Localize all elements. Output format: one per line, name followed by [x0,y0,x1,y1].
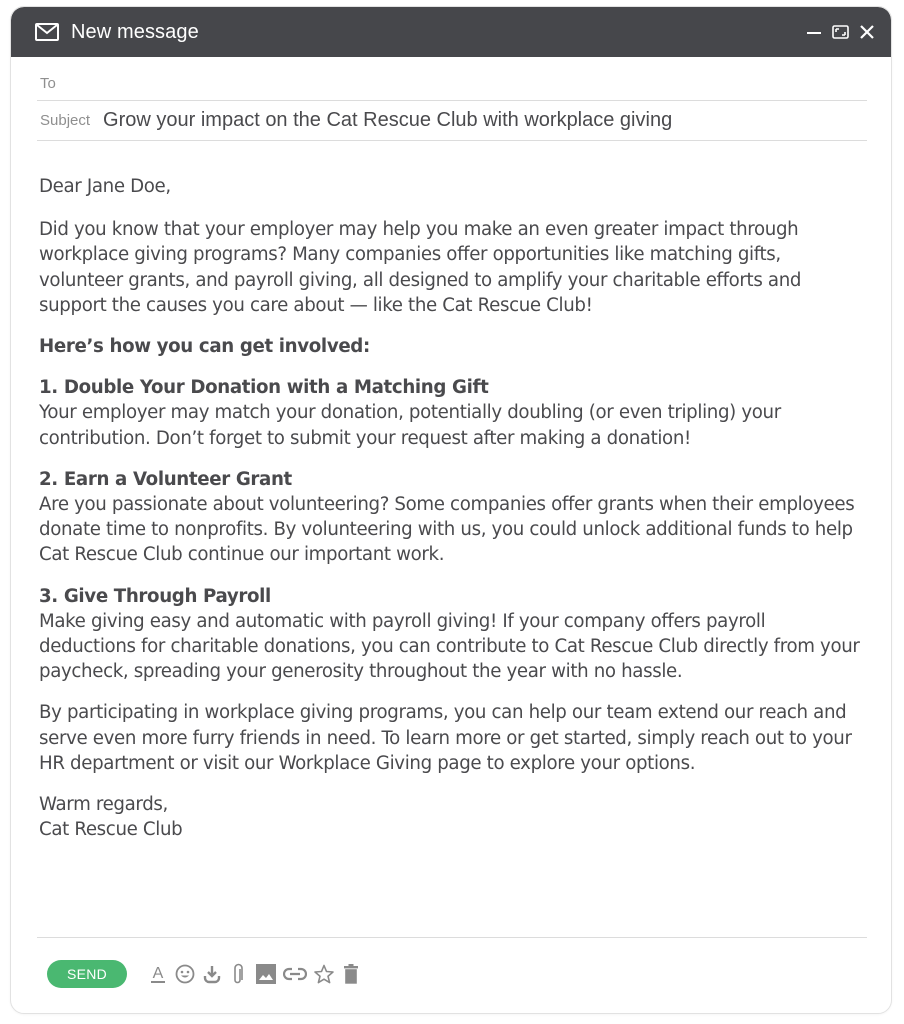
window-title: New message [71,20,199,43]
footer-divider [37,937,867,938]
to-input[interactable] [55,68,867,99]
signature: Cat Rescue Club [39,819,183,841]
attachment-icon[interactable] [228,962,250,986]
involved-heading: Here’s how you can get involved: [39,334,865,359]
title-bar: New message [11,7,891,57]
section-text: Are you passionate about volunteering? S… [39,494,855,566]
compose-toolbar: SEND A [47,960,367,988]
maximize-icon[interactable] [832,24,849,40]
subject-label: Subject [40,112,91,129]
section-heading: 1. Double Your Donation with a Matching … [39,377,489,399]
text-format-icon[interactable]: A [147,962,169,986]
section-text: Make giving easy and automatic with payr… [39,610,860,683]
signoff: Warm regards, [39,794,168,816]
svg-text:A: A [153,965,164,982]
involved-heading-text: Here’s how you can get involved: [39,336,370,358]
star-icon[interactable] [313,962,335,986]
section-payroll: 3. Give Through Payroll Make giving easy… [39,584,865,685]
link-icon[interactable] [282,962,308,986]
greeting: Dear Jane Doe, [39,176,171,197]
signature-block: Warm regards, Cat Rescue Club [39,792,865,842]
minimize-icon[interactable] [806,24,822,40]
send-button[interactable]: SEND [47,960,127,988]
trash-icon[interactable] [340,962,362,986]
section-heading: 2. Earn a Volunteer Grant [39,468,292,490]
message-body[interactable]: Dear Jane Doe, Did you know that your em… [39,141,865,842]
mail-icon [35,23,59,41]
emoji-icon[interactable] [174,962,196,986]
section-volunteer-grant: 2. Earn a Volunteer Grant Are you passio… [39,467,865,568]
download-icon[interactable] [201,962,223,986]
section-text: Your employer may match your donation, p… [39,402,781,449]
closing-paragraph: By participating in workplace giving pro… [39,702,852,774]
close-icon[interactable] [859,24,875,40]
intro-paragraph: Did you know that your employer may help… [39,219,802,316]
section-matching-gift: 1. Double Your Donation with a Matching … [39,375,865,451]
section-heading: 3. Give Through Payroll [39,585,271,607]
subject-input[interactable]: Grow your impact on the Cat Rescue Club … [103,109,672,132]
to-label: To [40,75,56,92]
subject-row[interactable]: Subject Grow your impact on the Cat Resc… [37,101,867,141]
image-icon[interactable] [255,962,277,986]
compose-window: New message To Subject Grow your impact … [10,6,892,1014]
header-fields: To Subject Grow your impact on the Cat R… [37,57,867,141]
to-row: To [37,57,867,101]
